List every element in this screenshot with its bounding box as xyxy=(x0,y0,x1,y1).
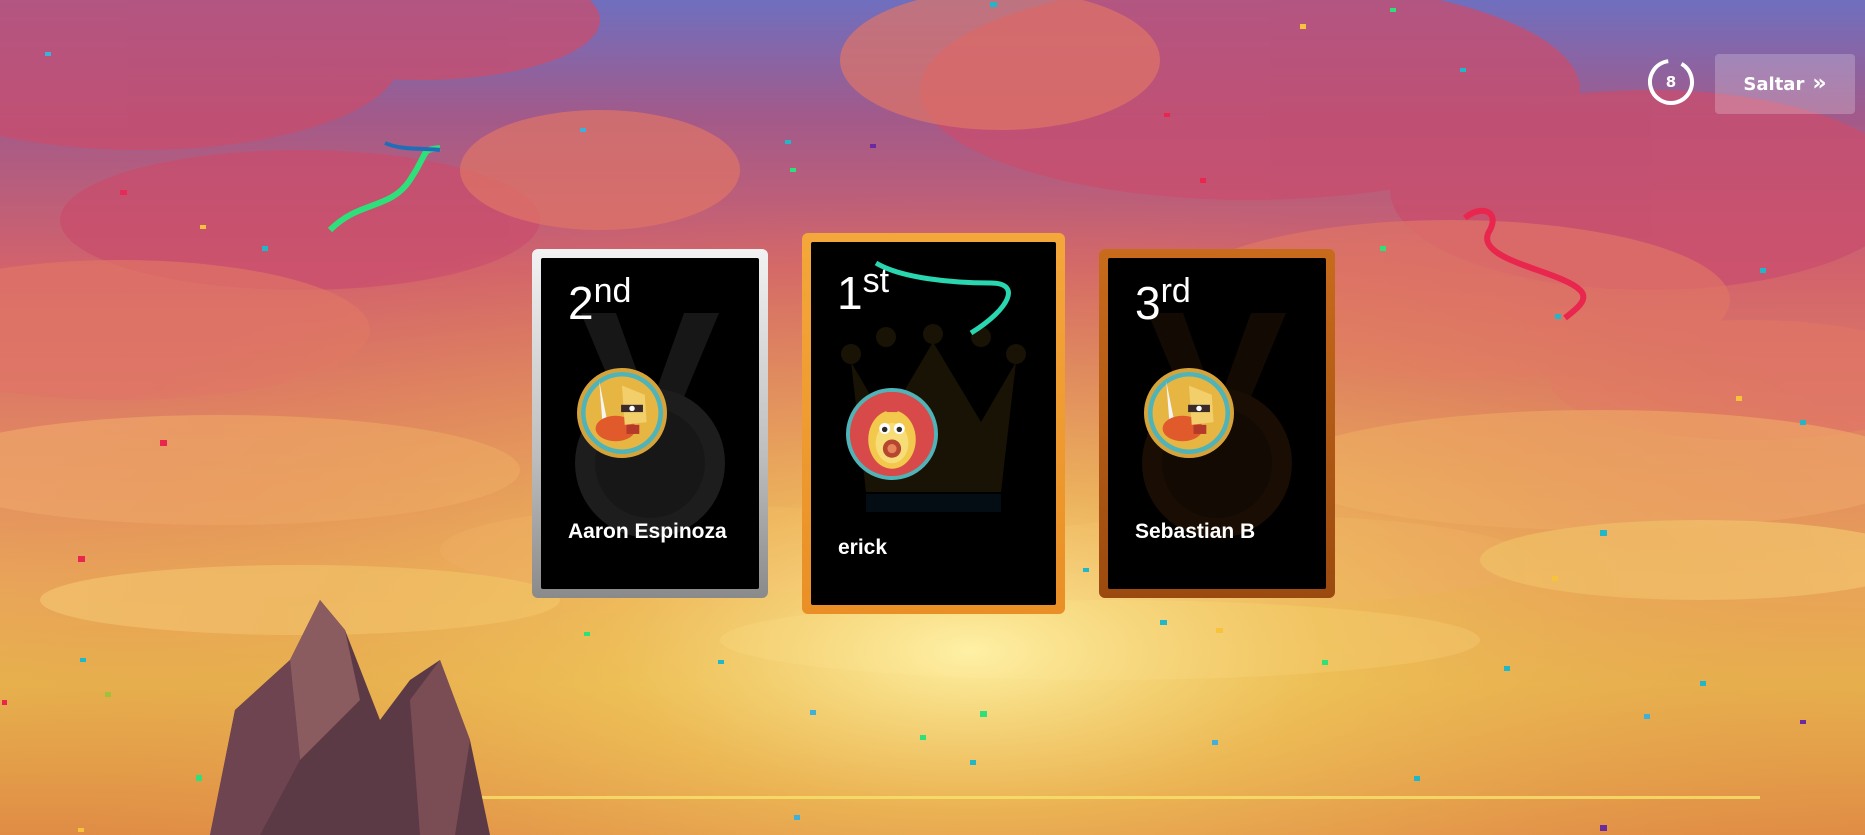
skip-button[interactable]: Saltar » xyxy=(1715,54,1855,114)
rank-label: 2nd xyxy=(568,274,631,329)
rank-label: 1st xyxy=(837,264,889,319)
knight-avatar-icon xyxy=(1144,368,1234,458)
rank-number: 2 xyxy=(568,277,594,329)
podium-card-body: 2nd Aaron Espinoza xyxy=(541,258,759,589)
rank-suffix: st xyxy=(862,262,890,300)
rank-label: 3rd xyxy=(1135,274,1191,329)
rank-number: 1 xyxy=(837,267,863,319)
podium-card-second: 2nd Aaron Espinoza xyxy=(532,249,768,598)
rank-suffix: rd xyxy=(1160,272,1191,310)
podium-card-first: 1st erick xyxy=(802,233,1065,614)
podium-card-body: 3rd Sebastian B xyxy=(1108,258,1326,589)
player-name: erick xyxy=(838,536,888,559)
player-name: Aaron Espinoza xyxy=(568,520,727,543)
countdown-timer: 8 xyxy=(1646,57,1696,107)
rank-number: 3 xyxy=(1135,277,1161,329)
avocado-avatar-icon xyxy=(846,388,938,480)
podium-card-body: 1st erick xyxy=(811,242,1056,605)
countdown-value: 8 xyxy=(1665,73,1677,91)
ribbon-decoration xyxy=(874,260,1011,336)
double-chevron-right-icon: » xyxy=(1812,71,1827,96)
skip-label: Saltar xyxy=(1743,73,1805,95)
knight-avatar-icon xyxy=(577,368,667,458)
podium-card-third: 3rd Sebastian B xyxy=(1099,249,1335,598)
player-name: Sebastian B xyxy=(1135,520,1256,543)
rank-suffix: nd xyxy=(593,272,632,310)
